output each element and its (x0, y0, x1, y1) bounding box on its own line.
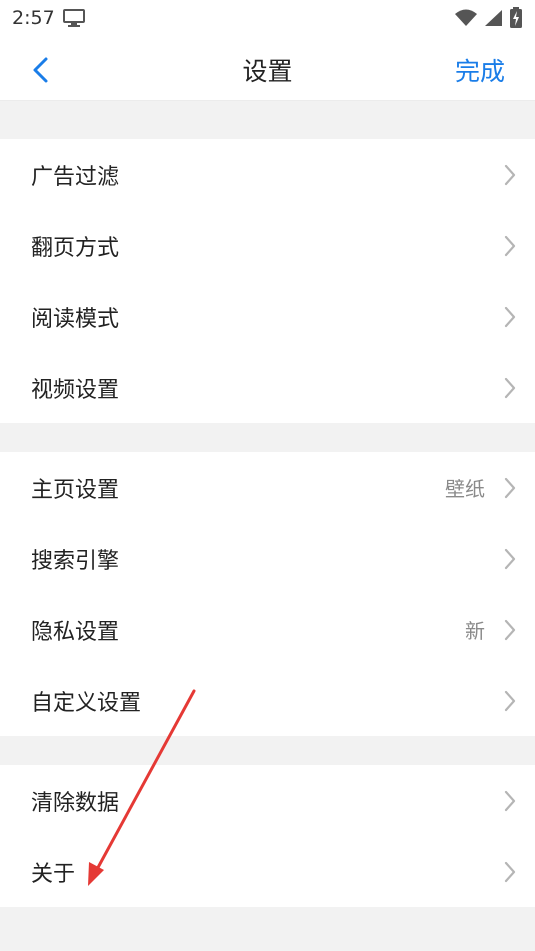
settings-item-label: 广告过滤 (31, 164, 120, 190)
settings-item-value: 新 (465, 619, 485, 643)
settings-item-label: 清除数据 (31, 790, 120, 816)
settings-item-page-turn[interactable]: 翻页方式 (0, 210, 535, 281)
settings-item-search-engine[interactable]: 搜索引擎 (0, 523, 535, 594)
done-button[interactable]: 完成 (455, 52, 505, 88)
nav-bar: 设置 完成 (0, 36, 535, 101)
status-left: 2:57 (12, 7, 85, 29)
wifi-icon (455, 9, 477, 26)
status-right (455, 7, 523, 29)
battery-charging-icon (510, 7, 522, 28)
settings-item-ad-filter[interactable]: 广告过滤 (0, 139, 535, 210)
chevron-right-icon (504, 548, 516, 570)
settings-group-3: 清除数据 关于 (0, 765, 535, 907)
settings-item-clear-data[interactable]: 清除数据 (0, 765, 535, 836)
settings-item-label: 阅读模式 (31, 306, 120, 332)
settings-item-label: 视频设置 (31, 377, 120, 403)
settings-item-label: 自定义设置 (31, 690, 142, 716)
settings-item-about[interactable]: 关于 (0, 836, 535, 907)
chevron-right-icon (504, 306, 516, 328)
settings-group-2: 主页设置 壁纸 搜索引擎 隐私设置 新 自定义设置 (0, 452, 535, 736)
settings-group-1: 广告过滤 翻页方式 阅读模式 视频设置 (0, 139, 535, 423)
chevron-right-icon (504, 861, 516, 883)
chevron-right-icon (504, 477, 516, 499)
settings-item-label: 隐私设置 (31, 619, 120, 645)
status-bar: 2:57 (0, 0, 535, 36)
settings-item-label: 搜索引擎 (31, 548, 120, 574)
chevron-right-icon (504, 619, 516, 641)
status-time: 2:57 (12, 7, 55, 29)
chevron-right-icon (504, 235, 516, 257)
signal-icon (485, 10, 502, 26)
settings-item-video[interactable]: 视频设置 (0, 352, 535, 423)
chevron-right-icon (504, 164, 516, 186)
settings-item-value: 壁纸 (445, 477, 485, 501)
settings-item-label: 主页设置 (31, 477, 120, 503)
chevron-right-icon (504, 790, 516, 812)
chevron-right-icon (504, 690, 516, 712)
settings-item-custom[interactable]: 自定义设置 (0, 665, 535, 736)
settings-item-privacy[interactable]: 隐私设置 新 (0, 594, 535, 665)
settings-item-homepage[interactable]: 主页设置 壁纸 (0, 452, 535, 523)
settings-item-label: 关于 (31, 861, 76, 887)
settings-item-label: 翻页方式 (31, 235, 120, 261)
monitor-icon (62, 9, 85, 27)
chevron-right-icon (504, 377, 516, 399)
settings-item-reading-mode[interactable]: 阅读模式 (0, 281, 535, 352)
